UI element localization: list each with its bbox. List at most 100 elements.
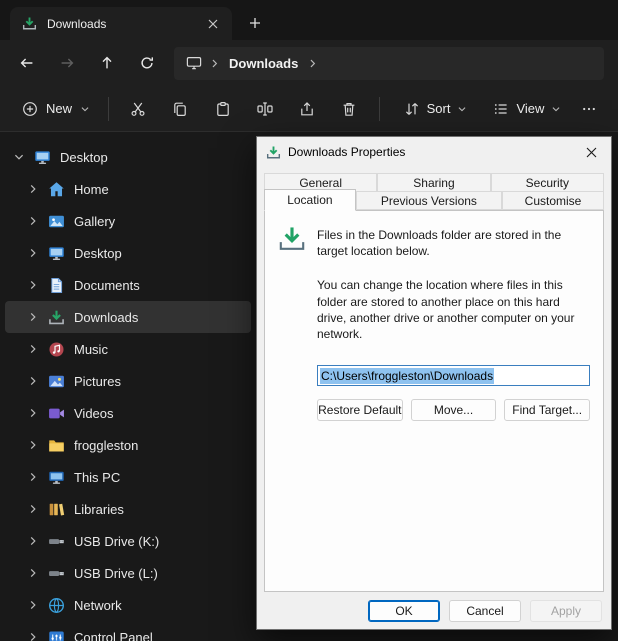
up-button[interactable] (88, 46, 126, 80)
sidebar-item-label: Gallery (74, 214, 115, 229)
chevron-right-icon[interactable] (27, 600, 39, 610)
toolbar-separator (108, 97, 109, 121)
sidebar-item-this-pc[interactable]: This PC (5, 461, 251, 493)
location-description-text: You can change the location where files … (317, 277, 589, 342)
chevron-right-icon[interactable] (27, 184, 39, 194)
document-icon (48, 277, 65, 294)
apply-button[interactable]: Apply (530, 600, 602, 622)
tab-customise[interactable]: Customise (502, 191, 604, 210)
cancel-button[interactable]: Cancel (449, 600, 521, 622)
sidebar-item-label: Desktop (60, 150, 108, 165)
location-info-text: Files in the Downloads folder are stored… (317, 225, 583, 259)
chevron-down-icon (551, 104, 561, 114)
location-path-input[interactable]: C:\Users\froggleston\Downloads (317, 365, 590, 386)
chevron-right-icon[interactable] (27, 440, 39, 450)
ok-button[interactable]: OK (368, 600, 440, 622)
chevron-right-icon[interactable] (27, 472, 39, 482)
monitor-icon (48, 245, 65, 262)
rename-button[interactable] (244, 92, 286, 126)
sidebar-item-label: Videos (74, 406, 114, 421)
downloads-properties-dialog: Downloads Properties General Sharing Sec… (256, 136, 612, 630)
chevron-right-icon[interactable] (27, 280, 39, 290)
find-target-button[interactable]: Find Target... (504, 399, 590, 421)
dialog-tab-strip: General Sharing Security Location Previo… (257, 167, 611, 210)
delete-button[interactable] (328, 92, 370, 126)
sidebar-item-label: Downloads (74, 310, 138, 325)
pictures-icon (48, 373, 65, 390)
sidebar-item-home[interactable]: Home (5, 173, 251, 205)
chevron-right-icon[interactable] (27, 408, 39, 418)
sidebar-item-documents[interactable]: Documents (5, 269, 251, 301)
chevron-right-icon[interactable] (27, 248, 39, 258)
cut-button[interactable] (117, 92, 159, 126)
sidebar-item-music[interactable]: Music (5, 333, 251, 365)
new-button[interactable]: New (12, 94, 100, 124)
view-button[interactable]: View (483, 94, 571, 124)
chevron-right-icon[interactable] (27, 312, 39, 322)
sort-button[interactable]: Sort (394, 94, 478, 124)
sidebar-item-froggleston[interactable]: froggleston (5, 429, 251, 461)
breadcrumb-location[interactable]: Downloads (227, 56, 300, 71)
sidebar-item-label: USB Drive (K:) (74, 534, 159, 549)
tab-location[interactable]: Location (264, 189, 356, 211)
downloads-icon (22, 16, 39, 31)
tab-sharing[interactable]: Sharing (377, 173, 490, 192)
breadcrumb-chevron-icon (307, 58, 318, 69)
sidebar-item-control-panel[interactable]: Control Panel (5, 621, 251, 641)
sidebar-item-network[interactable]: Network (5, 589, 251, 621)
sidebar-item-videos[interactable]: Videos (5, 397, 251, 429)
trash-icon (341, 101, 357, 117)
more-options-button[interactable] (571, 92, 606, 126)
back-button[interactable] (8, 46, 46, 80)
address-bar[interactable]: Downloads (174, 47, 604, 80)
location-path-value: C:\Users\froggleston\Downloads (320, 368, 494, 384)
sidebar-item-pictures[interactable]: Pictures (5, 365, 251, 397)
sidebar-item-label: Libraries (74, 502, 124, 517)
monitor-icon (186, 55, 202, 71)
tab-security[interactable]: Security (491, 173, 604, 192)
network-icon (48, 597, 65, 614)
sidebar-item-label: Documents (74, 278, 140, 293)
restore-default-button[interactable]: Restore Default (317, 399, 403, 421)
explorer-tab[interactable]: Downloads (10, 7, 232, 40)
sidebar-item-label: froggleston (74, 438, 138, 453)
paste-button[interactable] (202, 92, 244, 126)
sidebar-item-label: Desktop (74, 246, 122, 261)
chevron-down-icon[interactable] (13, 152, 25, 162)
tab-title: Downloads (47, 17, 192, 31)
sidebar-item-downloads[interactable]: Downloads (5, 301, 251, 333)
forward-button[interactable] (48, 46, 86, 80)
sidebar-item-label: This PC (74, 470, 120, 485)
new-tab-button[interactable] (240, 10, 270, 36)
dialog-close-button[interactable] (573, 139, 609, 165)
gallery-icon (48, 213, 65, 230)
sidebar-item-libraries[interactable]: Libraries (5, 493, 251, 525)
home-icon (48, 181, 65, 198)
computer-icon (48, 469, 65, 486)
libraries-icon (48, 501, 65, 518)
breadcrumb-chevron-icon (209, 58, 220, 69)
sidebar-item-gallery[interactable]: Gallery (5, 205, 251, 237)
chevron-right-icon[interactable] (27, 344, 39, 354)
music-icon (48, 341, 65, 358)
chevron-down-icon (80, 104, 90, 114)
chevron-right-icon[interactable] (27, 536, 39, 546)
chevron-right-icon[interactable] (27, 216, 39, 226)
share-button[interactable] (286, 92, 328, 126)
control-panel-icon (48, 629, 65, 641)
tab-close-button[interactable] (200, 12, 226, 36)
sidebar-item-desktop-root[interactable]: Desktop (5, 141, 251, 173)
chevron-right-icon[interactable] (27, 568, 39, 578)
rename-icon (257, 101, 273, 117)
copy-button[interactable] (159, 92, 201, 126)
refresh-button[interactable] (128, 46, 166, 80)
sidebar-item-usb-drive-k[interactable]: USB Drive (K:) (5, 525, 251, 557)
sidebar-item-desktop[interactable]: Desktop (5, 237, 251, 269)
tab-previous-versions[interactable]: Previous Versions (356, 191, 502, 210)
sidebar-item-usb-drive-l[interactable]: USB Drive (L:) (5, 557, 251, 589)
usb-drive-icon (48, 565, 65, 582)
move-button[interactable]: Move... (411, 399, 497, 421)
chevron-right-icon[interactable] (27, 376, 39, 386)
chevron-right-icon[interactable] (27, 504, 39, 514)
chevron-right-icon[interactable] (27, 632, 39, 641)
